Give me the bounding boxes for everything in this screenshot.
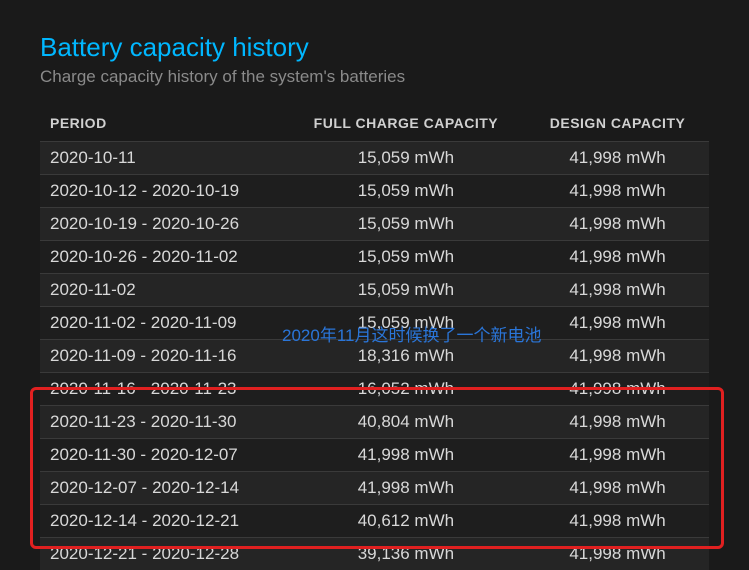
cell-full-charge: 40,804 mWh xyxy=(286,406,526,439)
cell-period: 2020-12-14 - 2020-12-21 xyxy=(40,505,286,538)
cell-period: 2020-10-11 xyxy=(40,142,286,175)
cell-design-capacity: 41,998 mWh xyxy=(526,472,709,505)
cell-design-capacity: 41,998 mWh xyxy=(526,307,709,340)
cell-full-charge: 15,059 mWh xyxy=(286,175,526,208)
cell-period: 2020-10-12 - 2020-10-19 xyxy=(40,175,286,208)
table-row: 2020-12-14 - 2020-12-2140,612 mWh41,998 … xyxy=(40,505,709,538)
table-row: 2020-12-21 - 2020-12-2839,136 mWh41,998 … xyxy=(40,538,709,570)
cell-full-charge: 15,059 mWh xyxy=(286,274,526,307)
table-row: 2020-10-1115,059 mWh41,998 mWh xyxy=(40,142,709,175)
cell-full-charge: 39,136 mWh xyxy=(286,538,526,570)
cell-full-charge: 40,612 mWh xyxy=(286,505,526,538)
table-header-row: PERIOD FULL CHARGE CAPACITY DESIGN CAPAC… xyxy=(40,107,709,142)
col-header-design: DESIGN CAPACITY xyxy=(526,107,709,142)
cell-period: 2020-11-09 - 2020-11-16 xyxy=(40,340,286,373)
cell-full-charge: 16,052 mWh xyxy=(286,373,526,406)
cell-design-capacity: 41,998 mWh xyxy=(526,142,709,175)
table-row: 2020-10-26 - 2020-11-0215,059 mWh41,998 … xyxy=(40,241,709,274)
section-title: Battery capacity history xyxy=(40,32,709,63)
cell-design-capacity: 41,998 mWh xyxy=(526,373,709,406)
cell-period: 2020-11-30 - 2020-12-07 xyxy=(40,439,286,472)
table-row: 2020-12-07 - 2020-12-1441,998 mWh41,998 … xyxy=(40,472,709,505)
cell-design-capacity: 41,998 mWh xyxy=(526,505,709,538)
cell-design-capacity: 41,998 mWh xyxy=(526,241,709,274)
col-header-full-charge: FULL CHARGE CAPACITY xyxy=(286,107,526,142)
cell-design-capacity: 41,998 mWh xyxy=(526,406,709,439)
cell-design-capacity: 41,998 mWh xyxy=(526,439,709,472)
cell-period: 2020-12-07 - 2020-12-14 xyxy=(40,472,286,505)
report-container: Battery capacity history Charge capacity… xyxy=(0,0,749,570)
table-row: 2020-11-16 - 2020-11-2316,052 mWh41,998 … xyxy=(40,373,709,406)
col-header-period: PERIOD xyxy=(40,107,286,142)
table-row: 2020-10-19 - 2020-10-2615,059 mWh41,998 … xyxy=(40,208,709,241)
table-row: 2020-11-30 - 2020-12-0741,998 mWh41,998 … xyxy=(40,439,709,472)
cell-period: 2020-12-21 - 2020-12-28 xyxy=(40,538,286,570)
cell-full-charge: 15,059 mWh xyxy=(286,208,526,241)
cell-period: 2020-10-19 - 2020-10-26 xyxy=(40,208,286,241)
table-body: 2020-10-1115,059 mWh41,998 mWh2020-10-12… xyxy=(40,142,709,570)
cell-period: 2020-11-02 xyxy=(40,274,286,307)
cell-full-charge: 41,998 mWh xyxy=(286,472,526,505)
section-subtitle: Charge capacity history of the system's … xyxy=(40,67,709,87)
cell-period: 2020-10-26 - 2020-11-02 xyxy=(40,241,286,274)
cell-design-capacity: 41,998 mWh xyxy=(526,274,709,307)
cell-design-capacity: 41,998 mWh xyxy=(526,175,709,208)
table-row: 2020-11-0215,059 mWh41,998 mWh xyxy=(40,274,709,307)
cell-design-capacity: 41,998 mWh xyxy=(526,208,709,241)
cell-full-charge: 41,998 mWh xyxy=(286,439,526,472)
user-annotation-text: 2020年11月这时候换了一个新电池 xyxy=(282,321,541,346)
cell-period: 2020-11-16 - 2020-11-23 xyxy=(40,373,286,406)
cell-full-charge: 15,059 mWh xyxy=(286,241,526,274)
cell-period: 2020-11-02 - 2020-11-09 xyxy=(40,307,286,340)
cell-design-capacity: 41,998 mWh xyxy=(526,538,709,570)
cell-full-charge: 15,059 mWh xyxy=(286,142,526,175)
cell-period: 2020-11-23 - 2020-11-30 xyxy=(40,406,286,439)
cell-design-capacity: 41,998 mWh xyxy=(526,340,709,373)
table-row: 2020-11-23 - 2020-11-3040,804 mWh41,998 … xyxy=(40,406,709,439)
table-row: 2020-10-12 - 2020-10-1915,059 mWh41,998 … xyxy=(40,175,709,208)
